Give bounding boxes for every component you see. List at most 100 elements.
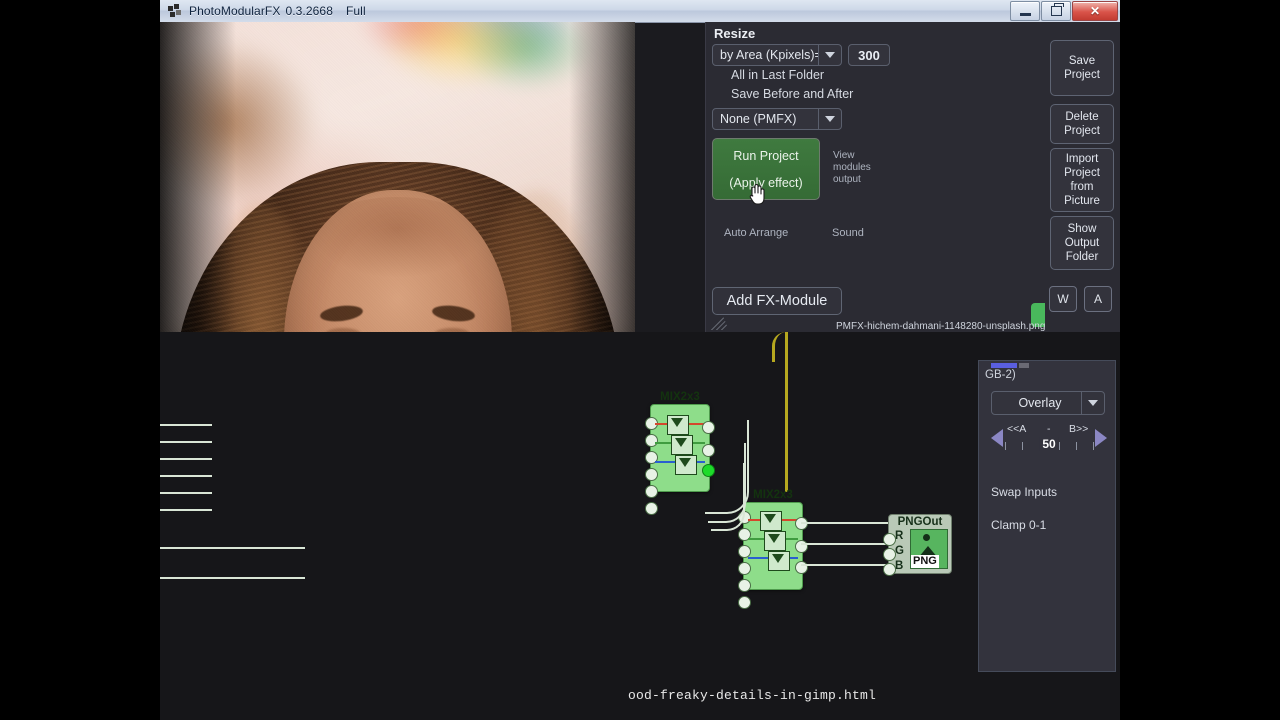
clamp-option[interactable]: Clamp 0-1 [991, 518, 1046, 532]
node-mix2x3-2[interactable]: MIX2x3 [738, 489, 808, 609]
import-label-2: Project [1064, 167, 1100, 179]
window-controls: ✕ [1010, 1, 1118, 21]
sun-icon [923, 534, 930, 541]
save-before-after-option[interactable]: Save Before and After [731, 87, 853, 101]
show-output-folder-button[interactable]: Show Output Folder [1050, 216, 1114, 270]
minimize-button[interactable] [1010, 1, 1040, 21]
show-output-label-3: Folder [1065, 251, 1099, 263]
graph-wire-in [160, 547, 305, 549]
graph-wire-in [160, 509, 212, 511]
resize-grip[interactable] [709, 312, 731, 330]
resize-mode-combo[interactable]: by Area (Kpixels)= [712, 44, 842, 66]
a-button[interactable]: A [1084, 286, 1112, 312]
graph-wire-in [160, 441, 212, 443]
properties-accent-bar [991, 363, 1017, 368]
save-project-button[interactable]: Save Project [1050, 40, 1114, 96]
run-project-button[interactable]: Run Project (Apply effect) [712, 138, 820, 200]
save-project-label-1: Save [1068, 55, 1096, 67]
run-project-label: Run Project [733, 148, 799, 163]
all-in-last-folder-option[interactable]: All in Last Folder [731, 68, 824, 82]
eyebrow-right [430, 303, 476, 324]
application-window: PhotoModularFX 0.3.2668 Full ✕ Resize by… [160, 0, 1120, 720]
graph-wire-in [160, 475, 212, 477]
chevron-down-icon [819, 52, 841, 58]
node-mix-glyph [760, 511, 782, 531]
properties-header-partial: GB-2) [985, 369, 1016, 381]
node-mix-glyph [768, 551, 790, 571]
node-input-port[interactable] [738, 596, 751, 609]
show-output-label-1: Show [1067, 223, 1097, 235]
node-mix-glyph [675, 455, 697, 475]
mix-slider[interactable]: <<A - B>> 50 [991, 423, 1107, 455]
graph-wire-link [711, 463, 745, 531]
node-title: MIX2x3 [753, 489, 793, 501]
node-pngout[interactable]: PNGOut R G B PNG [883, 514, 952, 576]
channel-label-g: G [895, 545, 904, 557]
title-bar: PhotoModularFX 0.3.2668 Full ✕ [160, 0, 1120, 23]
delete-project-button[interactable]: Delete Project [1050, 104, 1114, 144]
app-version: 0.3.2668 [285, 4, 333, 18]
sound-option[interactable]: Sound [832, 227, 864, 239]
node-output-port[interactable] [795, 540, 808, 553]
chevron-down-icon [819, 116, 841, 122]
blend-mode-value: Overlay [1018, 396, 1062, 410]
delete-project-label-1: Delete [1065, 111, 1099, 123]
node-mix-glyph [667, 415, 689, 435]
close-button[interactable]: ✕ [1072, 1, 1118, 21]
delete-project-label-2: Project [1064, 125, 1100, 137]
import-project-from-picture-button[interactable]: Import Project from Picture [1050, 148, 1114, 212]
browser-url-text: ood-freaky-details-in-gimp.html [628, 688, 877, 703]
node-title: PNGOut [897, 516, 943, 528]
view-modules-output-label: View modules output [833, 150, 871, 185]
preset-value: None (PMFX) [720, 112, 797, 126]
w-button[interactable]: W [1049, 286, 1077, 312]
swap-inputs-option[interactable]: Swap Inputs [991, 485, 1057, 499]
resize-amount-input[interactable]: 300 [848, 44, 890, 66]
graph-wire-in [160, 424, 212, 426]
restore-button[interactable] [1041, 1, 1071, 21]
import-label-1: Import [1065, 153, 1099, 165]
app-edition: Full [345, 4, 366, 18]
module-properties-panel: GB-2) Overlay <<A - B>> 50 Swap Inputs C… [978, 360, 1116, 672]
save-project-label-2: Project [1064, 69, 1100, 81]
graph-wire-in [160, 492, 212, 494]
node-input-port[interactable] [645, 502, 658, 515]
node-output-port[interactable] [795, 561, 808, 574]
run-project-sublabel: (Apply effect) [729, 175, 803, 190]
node-graph-canvas[interactable]: MIX2x3 MIX2x3 PNGOut R G B PNG GB-2) Ove… [160, 332, 1120, 720]
node-input-port[interactable] [738, 562, 751, 575]
chevron-down-icon [1082, 400, 1104, 406]
resize-mode-value: by Area (Kpixels)= [720, 48, 818, 62]
show-output-label-2: Output [1064, 237, 1100, 249]
node-mix2x3-1[interactable]: MIX2x3 [645, 391, 715, 515]
png-badge: PNG [911, 555, 939, 568]
preset-combo[interactable]: None (PMFX) [712, 108, 842, 130]
eyebrow-left [319, 303, 365, 324]
node-title: MIX2x3 [660, 391, 700, 403]
screen-root: PhotoModularFX 0.3.2668 Full ✕ Resize by… [0, 0, 1280, 720]
properties-accent-bar-2 [1019, 363, 1029, 368]
import-label-3: from [1070, 181, 1094, 193]
graph-wire-in [160, 577, 305, 579]
restore-icon [1050, 3, 1064, 16]
node-input-port[interactable] [645, 468, 658, 481]
channel-label-r: R [895, 530, 904, 542]
app-blocks-icon [168, 4, 182, 18]
auto-arrange-option[interactable]: Auto Arrange [724, 227, 788, 239]
node-input-port[interactable] [738, 579, 751, 592]
graph-wire-in [160, 458, 212, 460]
close-icon: ✕ [1089, 4, 1101, 18]
slider-arrow-left-icon[interactable] [991, 429, 1003, 447]
slider-label-a: <<A [1007, 423, 1027, 435]
blend-mode-combo[interactable]: Overlay [991, 391, 1105, 415]
minimize-icon [1019, 12, 1031, 16]
app-title: PhotoModularFX [189, 4, 281, 18]
slider-arrow-right-icon[interactable] [1095, 429, 1107, 447]
graph-wire-yellow-curve [772, 332, 795, 362]
import-label-4: Picture [1064, 195, 1100, 207]
add-fx-module-button[interactable]: Add FX-Module [712, 287, 842, 315]
slider-label-b: B>> [1069, 423, 1089, 435]
node-input-port[interactable] [645, 485, 658, 498]
channel-label-b: B [895, 560, 904, 572]
node-input-port[interactable] [645, 434, 658, 447]
